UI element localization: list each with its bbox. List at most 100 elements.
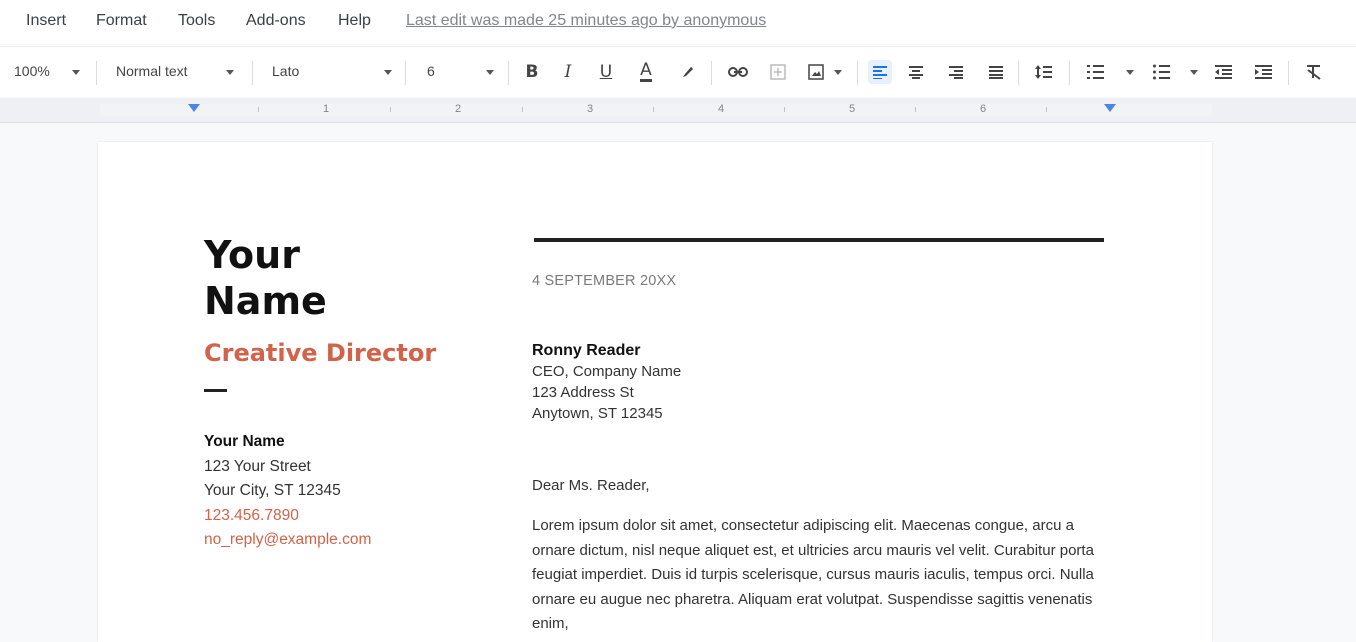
ruler-tick [258, 107, 259, 112]
numbered-list-button[interactable] [1084, 60, 1108, 84]
ruler-number: 3 [587, 103, 594, 115]
ruler-number: 1 [323, 103, 330, 115]
toolbar-separator [405, 61, 406, 85]
underline-button[interactable]: U [594, 60, 618, 84]
job-title: Creative Director [204, 339, 437, 367]
numbered-list-dropdown-icon[interactable] [1126, 70, 1134, 75]
underline-icon: U [599, 62, 613, 82]
letter-date: 4 SEPTEMBER 20XX [532, 273, 677, 289]
justify-icon [989, 66, 1003, 79]
image-dropdown-icon[interactable] [834, 70, 842, 75]
recipient-address-block: Ronny Reader CEO, Company Name 123 Addre… [532, 340, 681, 424]
menu-format[interactable]: Format [96, 12, 147, 30]
menu-tools[interactable]: Tools [178, 12, 215, 30]
link-icon [728, 67, 748, 77]
toolbar-separator [508, 61, 509, 85]
menu-help[interactable]: Help [338, 12, 371, 30]
ruler-tick [915, 107, 916, 112]
ruler-number: 4 [718, 103, 725, 115]
align-left-button[interactable] [868, 60, 892, 84]
recipient-street: 123 Address St [532, 384, 634, 401]
toolbar-separator [857, 61, 858, 85]
justify-button[interactable] [984, 60, 1008, 84]
text-color-icon: A [640, 60, 652, 82]
toolbar-separator [1018, 61, 1019, 85]
increase-indent-button[interactable] [1252, 60, 1276, 84]
line-spacing-icon [1035, 65, 1052, 79]
image-icon [808, 64, 824, 80]
font-size-select[interactable]: 6 [427, 61, 435, 81]
ruler[interactable]: 1 2 3 4 5 6 [0, 98, 1356, 123]
title-dash-divider [204, 389, 227, 392]
highlighter-icon [683, 67, 693, 77]
font-dropdown-icon[interactable] [384, 70, 392, 75]
sender-email: no_reply@example.com [204, 531, 372, 548]
sender-street: 123 Your Street [204, 457, 311, 475]
decrease-indent-button[interactable] [1212, 60, 1236, 84]
recipient-city: Anytown, ST 12345 [532, 405, 663, 422]
font-select[interactable]: Lato [272, 61, 299, 81]
line-spacing-button[interactable] [1032, 60, 1056, 84]
add-comment-icon [770, 64, 786, 80]
zoom-dropdown-icon[interactable] [72, 70, 80, 75]
clear-formatting-button[interactable] [1302, 60, 1326, 84]
last-edit-link[interactable]: Last edit was made 25 minutes ago by ano… [406, 12, 766, 30]
align-center-icon [909, 66, 923, 79]
resume-name-heading: Your Name [204, 232, 327, 324]
text-color-button[interactable]: A [634, 60, 658, 84]
ruler-number: 2 [455, 103, 462, 115]
bold-button[interactable]: B [520, 60, 544, 84]
align-left-icon [873, 66, 887, 79]
ruler-number: 6 [980, 103, 987, 115]
insert-comment-button[interactable] [766, 60, 790, 84]
font-size-dropdown-icon[interactable] [486, 70, 494, 75]
decrease-indent-icon [1215, 65, 1232, 79]
ruler-tick [390, 107, 391, 112]
clear-formatting-icon [1307, 65, 1321, 80]
menu-add-ons[interactable]: Add-ons [246, 12, 306, 30]
toolbar: 100% Normal text Lato 6 B I U A [0, 46, 1356, 97]
zoom-select[interactable]: 100% [14, 61, 50, 81]
recipient-name: Ronny Reader [532, 342, 641, 359]
ruler-number: 5 [849, 103, 856, 115]
menu-bar: Insert Format Tools Add-ons Help Last ed… [0, 0, 1356, 44]
italic-icon: I [564, 62, 572, 82]
ruler-tick [784, 107, 785, 112]
toolbar-separator [96, 61, 97, 85]
ruler-tick [1046, 107, 1047, 112]
align-center-button[interactable] [904, 60, 928, 84]
ruler-tick [522, 107, 523, 112]
highlight-color-button[interactable] [676, 60, 700, 84]
header-rule [534, 238, 1104, 242]
letter-greeting: Dear Ms. Reader, [532, 477, 650, 494]
left-indent-marker[interactable] [188, 104, 200, 112]
recipient-title: CEO, Company Name [532, 363, 682, 380]
sender-phone: 123.456.7890 [204, 506, 299, 524]
document-page[interactable]: Your Name Creative Director Your Name 12… [98, 142, 1212, 642]
letter-body: Lorem ipsum dolor sit amet, consectetur … [532, 517, 1094, 632]
sender-contact-block: Your Name 123 Your Street Your City, ST … [204, 430, 371, 553]
bold-icon: B [525, 62, 539, 82]
sender-name: Your Name [204, 433, 285, 450]
toolbar-separator [252, 61, 253, 85]
italic-button[interactable]: I [556, 60, 580, 84]
insert-link-button[interactable] [726, 60, 750, 84]
style-dropdown-icon[interactable] [226, 70, 234, 75]
bulleted-list-button[interactable] [1150, 60, 1174, 84]
numbered-list-icon [1087, 65, 1104, 79]
sender-city: Your City, ST 12345 [204, 482, 341, 499]
toolbar-separator [711, 61, 712, 85]
name-line-1: Your [204, 233, 300, 277]
ruler-tick [653, 107, 654, 112]
align-right-button[interactable] [944, 60, 968, 84]
menu-insert[interactable]: Insert [26, 12, 66, 30]
toolbar-separator [1288, 61, 1289, 85]
increase-indent-icon [1255, 65, 1272, 79]
paragraph-style-select[interactable]: Normal text [116, 61, 188, 81]
name-line-2: Name [204, 279, 327, 323]
insert-image-button[interactable] [804, 60, 828, 84]
right-indent-marker[interactable] [1104, 104, 1116, 112]
align-right-icon [949, 66, 963, 79]
bulleted-list-dropdown-icon[interactable] [1190, 70, 1198, 75]
toolbar-separator [1069, 61, 1070, 85]
